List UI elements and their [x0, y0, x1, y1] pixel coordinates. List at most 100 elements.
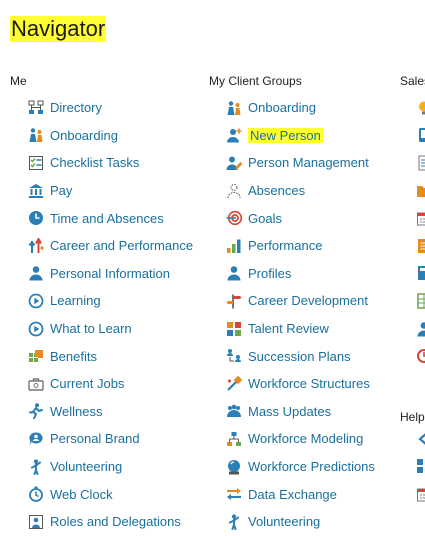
nav-item-talent-review[interactable]: Talent Review [226, 315, 375, 343]
nav-item-workforce-structures[interactable]: Workforce Structures [226, 370, 375, 398]
nav-item-label[interactable]: Workforce Predictions [248, 459, 375, 474]
stopwatch-icon [28, 486, 44, 502]
nav-item-absences[interactable]: Absences [226, 177, 375, 205]
nav-item-label[interactable]: What to Learn [50, 321, 132, 336]
nav-item-volunteering[interactable]: Volunteering [226, 508, 375, 536]
nav-item-book[interactable] [416, 260, 425, 288]
org-chart-icon [28, 100, 44, 116]
nav-item-label[interactable]: Onboarding [248, 100, 316, 115]
calendar-icon [416, 210, 425, 226]
runner-icon [28, 403, 44, 419]
nav-item-folder[interactable] [416, 177, 425, 205]
nav-item-checklist-tasks[interactable]: Checklist Tasks [28, 149, 193, 177]
nav-item-profiles[interactable]: Profiles [226, 260, 375, 288]
nav-item-label[interactable]: Talent Review [248, 321, 329, 336]
nav-item-label[interactable]: Profiles [248, 266, 291, 281]
nav-item-goals[interactable]: Goals [226, 204, 375, 232]
volunteer-icon [226, 514, 242, 530]
nav-item-learning[interactable]: Learning [28, 287, 193, 315]
nav-item-what-to-learn[interactable]: What to Learn [28, 315, 193, 343]
nav-item-workforce-predictions[interactable]: Workforce Predictions [226, 453, 375, 481]
talent-grid-icon [226, 321, 242, 337]
nav-item-mass-updates[interactable]: Mass Updates [226, 398, 375, 426]
nav-item-label[interactable]: Checklist Tasks [50, 155, 139, 170]
nav-item-label[interactable]: Volunteering [50, 459, 122, 474]
nav-item-label[interactable]: Volunteering [248, 514, 320, 529]
nav-item-time-and-absences[interactable]: Time and Absences [28, 204, 193, 232]
nav-item-web-clock[interactable]: Web Clock [28, 480, 193, 508]
nav-item-label[interactable]: Absences [248, 183, 305, 198]
nav-item-label[interactable]: Pay [50, 183, 72, 198]
nav-item-label[interactable]: Career Development [248, 293, 368, 308]
nav-item-calendar[interactable] [416, 204, 425, 232]
clock-icon [28, 210, 44, 226]
nav-item-wellness[interactable]: Wellness [28, 398, 193, 426]
career-arrows-icon [28, 238, 44, 254]
bank-icon [28, 183, 44, 199]
nav-item-personal-brand[interactable]: Personal Brand [28, 425, 193, 453]
nav-item-label[interactable]: Mass Updates [248, 404, 331, 419]
person-icon [416, 321, 425, 337]
nav-item-data-exchange[interactable]: Data Exchange [226, 480, 375, 508]
nav-item-label[interactable]: Personal Brand [50, 431, 140, 446]
person-edit-icon [226, 155, 242, 171]
nav-item-new-person[interactable]: New Person [226, 122, 375, 150]
nav-item-grid[interactable] [416, 453, 425, 481]
phone-icon [416, 127, 425, 143]
nav-item-workforce-modeling[interactable]: Workforce Modeling [226, 425, 375, 453]
nav-item-person-management[interactable]: Person Management [226, 149, 375, 177]
nav-item-label[interactable]: Web Clock [50, 487, 113, 502]
nav-item-label[interactable]: Goals [248, 211, 282, 226]
nav-item-label[interactable]: Wellness [50, 404, 103, 419]
nav-item-label[interactable]: Roles and Delegations [50, 514, 181, 529]
calendar-icon [416, 486, 425, 502]
nav-item-label[interactable]: Career and Performance [50, 238, 193, 253]
benefits-icon [28, 348, 44, 364]
nav-item-label[interactable]: Succession Plans [248, 349, 351, 364]
nav-item-roles-and-delegations[interactable]: Roles and Delegations [28, 508, 193, 536]
nav-item-benefits[interactable]: Benefits [28, 342, 193, 370]
nav-item-label[interactable]: New Person [248, 128, 323, 143]
nav-item-volunteering[interactable]: Volunteering [28, 453, 193, 481]
nav-item-label[interactable]: Performance [248, 238, 322, 253]
nav-item-sheet[interactable] [416, 287, 425, 315]
nav-item-document[interactable] [416, 149, 425, 177]
forecast-icon [416, 348, 425, 364]
nav-item-directory[interactable]: Directory [28, 94, 193, 122]
nav-item-label[interactable]: Personal Information [50, 266, 170, 281]
nav-item-onboarding[interactable]: Onboarding [28, 122, 193, 150]
nav-item-report[interactable] [416, 232, 425, 260]
roles-icon [28, 514, 44, 530]
nav-item-career-and-performance[interactable]: Career and Performance [28, 232, 193, 260]
succession-icon [226, 348, 242, 364]
nav-item-phone[interactable] [416, 122, 425, 150]
nav-item-pay[interactable]: Pay [28, 177, 193, 205]
person-icon [226, 265, 242, 281]
new-person-icon [226, 127, 242, 143]
nav-item-forecast[interactable] [416, 342, 425, 370]
nav-item-current-jobs[interactable]: Current Jobs [28, 370, 193, 398]
nav-item-label[interactable]: Workforce Structures [248, 376, 370, 391]
nav-item-label[interactable]: Person Management [248, 155, 369, 170]
nav-item-performance[interactable]: Performance [226, 232, 375, 260]
book-icon [416, 265, 425, 281]
nav-item-back-arrow[interactable] [416, 425, 425, 453]
nav-item-career-development[interactable]: Career Development [226, 287, 375, 315]
nav-item-calendar[interactable] [416, 480, 425, 508]
nav-item-label[interactable]: Data Exchange [248, 487, 337, 502]
nav-item-personal-information[interactable]: Personal Information [28, 260, 193, 288]
nav-item-label[interactable]: Onboarding [50, 128, 118, 143]
nav-item-label[interactable]: Directory [50, 100, 102, 115]
client-groups-items-list: Onboarding New Person Person Management Abs… [226, 94, 375, 536]
nav-item-label[interactable]: Learning [50, 293, 101, 308]
signpost-icon [226, 293, 242, 309]
nav-item-label[interactable]: Benefits [50, 349, 97, 364]
checklist-icon [28, 155, 44, 171]
nav-item-label[interactable]: Time and Absences [50, 211, 164, 226]
nav-item-label[interactable]: Current Jobs [50, 376, 124, 391]
nav-item-succession-plans[interactable]: Succession Plans [226, 342, 375, 370]
nav-item-label[interactable]: Workforce Modeling [248, 431, 363, 446]
nav-item-person[interactable] [416, 315, 425, 343]
nav-item-onboarding[interactable]: Onboarding [226, 94, 375, 122]
nav-item-lightbulb[interactable] [416, 94, 425, 122]
